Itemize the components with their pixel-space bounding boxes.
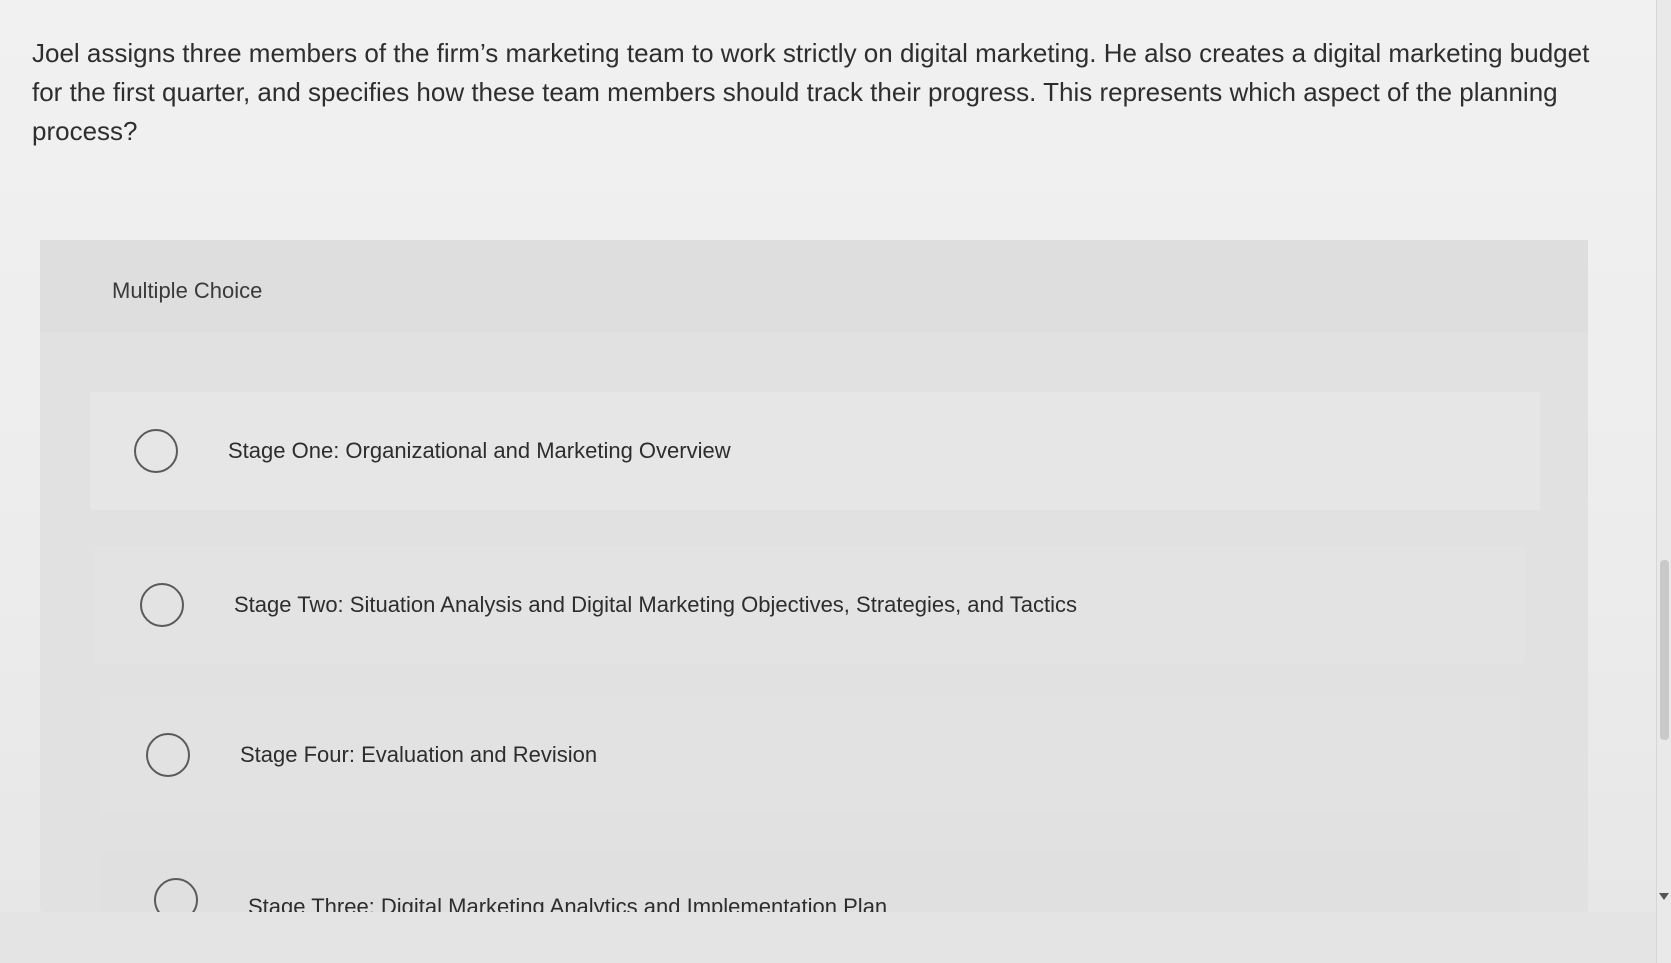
question-text: Joel assigns three members of the firm’s… xyxy=(32,38,1590,146)
answer-option-label: Stage Three: Digital Marketing Analytics… xyxy=(248,894,888,912)
radio-button-icon[interactable] xyxy=(154,878,198,912)
answer-option-3[interactable]: Stage Four: Evaluation and Revision xyxy=(100,696,1520,814)
radio-button-icon[interactable] xyxy=(140,583,184,627)
bottom-edge xyxy=(0,912,1656,963)
answer-option-label: Stage Two: Situation Analysis and Digita… xyxy=(234,592,1077,617)
radio-button-icon[interactable] xyxy=(134,429,178,473)
answer-option-label: Stage Four: Evaluation and Revision xyxy=(240,742,598,767)
vertical-scrollbar[interactable] xyxy=(1656,0,1671,963)
multiple-choice-header: Multiple Choice xyxy=(40,240,1588,332)
answer-option-2[interactable]: Stage Two: Situation Analysis and Digita… xyxy=(95,546,1525,664)
radio-button-icon[interactable] xyxy=(146,733,190,777)
multiple-choice-label: Multiple Choice xyxy=(112,278,263,303)
answer-option-label: Stage One: Organizational and Marketing … xyxy=(228,438,731,463)
answer-option-4[interactable]: Stage Three: Digital Marketing Analytics… xyxy=(102,850,1520,912)
answer-option-1[interactable]: Stage One: Organizational and Marketing … xyxy=(90,392,1540,510)
page: Joel assigns three members of the firm’s… xyxy=(0,0,1656,963)
scroll-down-arrow-icon[interactable] xyxy=(1659,893,1669,900)
scrollbar-thumb[interactable] xyxy=(1660,560,1669,740)
